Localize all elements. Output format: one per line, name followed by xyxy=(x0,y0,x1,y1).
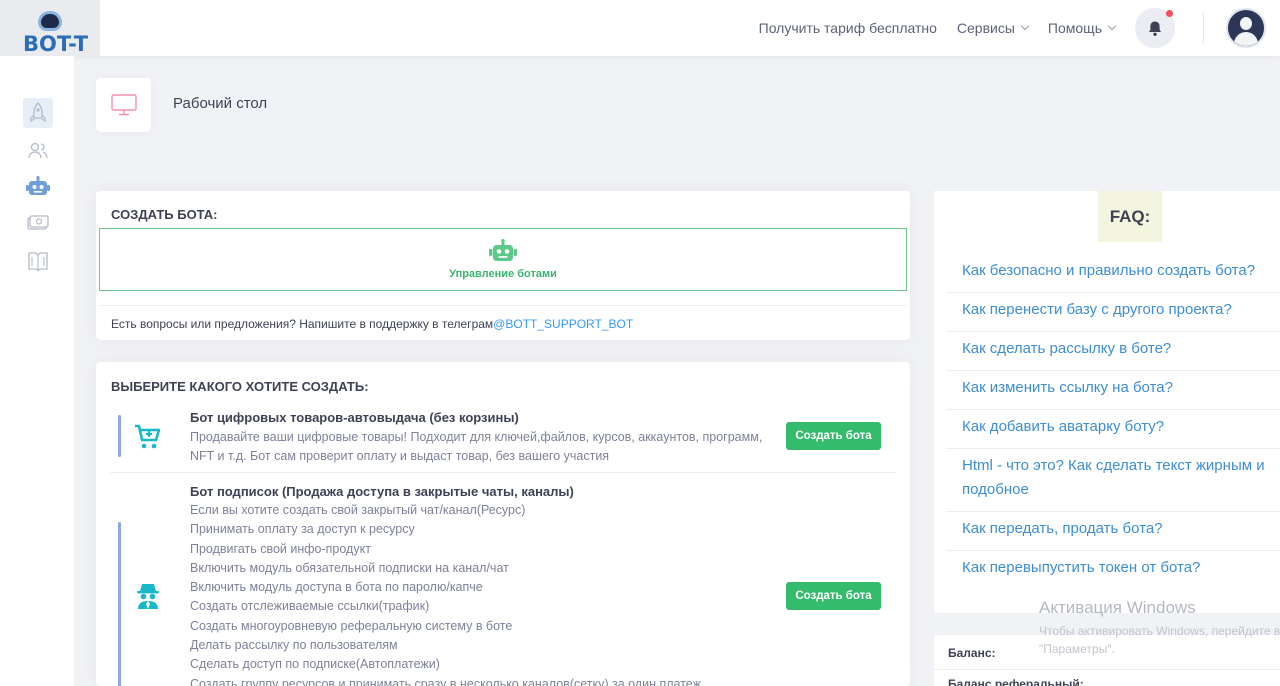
faq-link[interactable]: Как передать, продать бота? xyxy=(946,512,1280,551)
faq-list: Как безопасно и правильно создать бота? … xyxy=(946,254,1280,589)
choose-bot-card: ВЫБЕРИТЕ КАКОГО ХОТИТЕ СОЗДАТЬ: Бот цифр… xyxy=(96,362,910,686)
bot-option-description-line: Делать рассылку по пользователям xyxy=(190,638,398,653)
bot-option-description: Если вы хотите создать свой закрытый чат… xyxy=(190,501,830,686)
robot-icon xyxy=(26,176,50,195)
faq-link[interactable]: Как перенести базу с другого проекта? xyxy=(946,293,1280,332)
bot-option-name: Бот подписок (Продажа доступа в закрытые… xyxy=(190,484,574,499)
robot-icon xyxy=(489,239,517,261)
choose-bot-title: ВЫБЕРИТЕ КАКОГО ХОТИТЕ СОЗДАТЬ: xyxy=(111,379,369,394)
sidebar-item-dashboard[interactable] xyxy=(23,98,53,128)
create-bot-button[interactable]: Создать бота xyxy=(786,422,881,450)
windows-activation-line: "Параметры". xyxy=(1039,642,1115,656)
bell-icon xyxy=(1149,21,1161,36)
faq-link[interactable]: Html - что это? Как сделать текст жирным… xyxy=(946,449,1280,512)
sidebar-item-finance[interactable] xyxy=(23,208,53,238)
faq-link[interactable]: Как изменить ссылку на бота? xyxy=(946,371,1280,410)
support-text: Есть вопросы или предложения? Напишите в… xyxy=(111,317,633,331)
user-avatar[interactable] xyxy=(1226,8,1266,48)
support-text-label: Есть вопросы или предложения? Напишите в… xyxy=(111,317,494,331)
sidebar xyxy=(0,56,74,686)
card-divider xyxy=(99,305,907,306)
faq-title: FAQ: xyxy=(1098,191,1162,242)
page-title: Рабочий стол xyxy=(173,95,268,112)
faq-link[interactable]: Как сделать рассылку в боте? xyxy=(946,332,1280,371)
referral-balance-label: Баланс реферальный: xyxy=(948,677,1084,686)
balance-label: Баланс: xyxy=(948,646,996,660)
windows-activation-line: Чтобы активировать Windows, перейдите в … xyxy=(1039,624,1280,638)
item-divider xyxy=(110,472,896,473)
bot-option-description-line: Если вы хотите создать свой закрытый чат… xyxy=(190,503,526,517)
bot-option-accent-bar xyxy=(118,522,121,686)
notifications-button[interactable] xyxy=(1135,8,1175,48)
nav-free-tariff[interactable]: Получить тариф бесплатно xyxy=(759,20,937,36)
bot-option-description-line: Сделать доступ по подписке(Автоплатежи) xyxy=(190,657,440,672)
windows-activation-text: Чтобы активировать Windows, перейдите в … xyxy=(1039,622,1280,658)
monitor-icon xyxy=(110,94,137,116)
cart-plus-icon xyxy=(132,421,164,453)
sidebar-item-users[interactable] xyxy=(23,136,53,166)
money-icon xyxy=(27,215,49,230)
chevron-down-icon xyxy=(1107,21,1117,31)
bot-option-description-line: Включить модуль доступа в бота по паролю… xyxy=(190,580,483,595)
top-header: BOT-T Получить тариф бесплатно Сервисы П… xyxy=(0,0,1280,56)
sidebar-item-docs[interactable] xyxy=(23,246,53,276)
faq-link[interactable]: Как добавить аватарку боту? xyxy=(946,410,1280,449)
faq-link[interactable]: Как безопасно и правильно создать бота? xyxy=(946,254,1280,293)
spy-icon xyxy=(132,580,164,612)
chevron-down-icon xyxy=(1020,21,1030,31)
logo[interactable]: BOT-T xyxy=(0,0,100,56)
bot-option-subscriptions: Бот подписок (Продажа доступа в закрытые… xyxy=(110,482,896,686)
bot-option-digital-goods: Бот цифровых товаров-автовыдача (без кор… xyxy=(110,409,896,473)
bot-option-description-line: Создать группу ресурсов и принимать сраз… xyxy=(190,676,701,686)
notification-dot xyxy=(1166,10,1173,17)
bot-option-description: Продавайте ваши цифровые товары! Подходи… xyxy=(190,428,780,467)
card-divider xyxy=(934,669,1280,670)
create-bot-button[interactable]: Создать бота xyxy=(786,582,881,610)
bot-option-description-line: Принимать оплату за доступ к ресурсу xyxy=(190,522,415,537)
bot-option-name: Бот цифровых товаров-автовыдача (без кор… xyxy=(190,410,519,425)
faq-card: FAQ: Как безопасно и правильно создать б… xyxy=(934,191,1280,613)
nav-help[interactable]: Помощь xyxy=(1047,20,1117,36)
logo-text: BOT-T xyxy=(23,32,89,56)
windows-activation-title: Активация Windows xyxy=(1039,598,1196,617)
users-icon xyxy=(28,142,48,159)
support-bot-link[interactable]: @BOTT_SUPPORT_BOT xyxy=(493,317,633,331)
top-nav: Получить тариф бесплатно Сервисы Помощь xyxy=(759,0,1280,56)
bot-option-description-line: Продавайте ваши цифровые товары! Подходи… xyxy=(190,430,763,444)
faq-link[interactable]: Как перевыпустить токен от бота? xyxy=(946,551,1280,589)
create-bot-card: СОЗДАТЬ БОТА: Управление ботами Есть воп… xyxy=(96,191,910,340)
bot-option-description-line: Включить модуль обязательной подписки на… xyxy=(190,560,509,575)
book-icon xyxy=(28,252,48,272)
nav-divider xyxy=(1203,13,1204,43)
bot-option-description-line: Создать отслеживаемые ссылки(трафик) xyxy=(190,599,430,614)
nav-help-label: Помощь xyxy=(1047,20,1102,36)
bot-option-description-line: NFT и т.д. Бот сам проверит оплату и выд… xyxy=(190,449,610,464)
manage-bots-button[interactable]: Управление ботами xyxy=(99,228,907,291)
bot-option-description-line: Продвигать свой инфо-продукт xyxy=(190,541,371,556)
logo-robot-icon xyxy=(38,11,62,31)
bot-option-accent-bar xyxy=(118,415,121,457)
nav-services-label: Сервисы xyxy=(956,20,1015,36)
bot-option-description-line: Создать многоуровневую реферальную систе… xyxy=(190,618,513,633)
nav-services[interactable]: Сервисы xyxy=(956,20,1030,36)
manage-bots-label: Управление ботами xyxy=(449,268,557,280)
create-bot-title: СОЗДАТЬ БОТА: xyxy=(111,207,218,222)
rocket-icon xyxy=(30,102,46,123)
page-icon-box xyxy=(96,78,151,132)
sidebar-item-bots[interactable] xyxy=(23,172,53,202)
nav-free-tariff-label: Получить тариф бесплатно xyxy=(758,20,937,36)
